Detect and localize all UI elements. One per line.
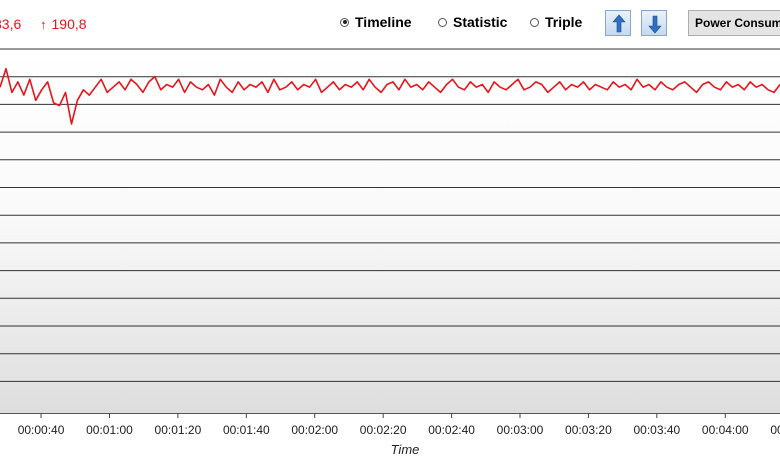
x-tick-label: 00:04:20	[770, 423, 780, 437]
radio-statistic-dot[interactable]	[438, 17, 447, 27]
arrow-up-icon	[612, 14, 626, 33]
line-chart	[0, 48, 780, 382]
x-tick-label: 00:03:00	[497, 423, 544, 437]
arrow-down-icon	[648, 15, 662, 34]
x-tick-label: 00:01:20	[155, 423, 202, 437]
max-arrow-icon: ↑	[40, 17, 47, 32]
radio-triple-dot[interactable]	[530, 17, 539, 27]
x-axis-label: Time	[391, 442, 420, 457]
radio-timeline-label: Timeline	[355, 14, 412, 30]
radio-statistic[interactable]: Statistic	[438, 14, 507, 30]
radio-timeline[interactable]: Timeline	[340, 14, 412, 30]
chart-gridlines	[0, 48, 780, 382]
radio-timeline-dot[interactable]	[340, 17, 349, 27]
radio-triple-label: Triple	[545, 14, 583, 30]
x-tick-label: 00:03:20	[565, 423, 612, 437]
radio-triple[interactable]: Triple	[530, 14, 582, 30]
chart-area	[0, 47, 780, 414]
x-tick-label: 00:02:00	[291, 423, 338, 437]
max-value: 190,8	[51, 16, 87, 32]
x-tick-label: 00:02:20	[360, 423, 407, 437]
x-tick-label: 00:03:40	[633, 423, 680, 437]
sort-up-button[interactable]	[605, 10, 631, 36]
toolbar: 83,6 ↑ 190,8 Timeline Statistic Triple Po…	[0, 0, 780, 46]
x-tick-label: 00:02:40	[428, 423, 475, 437]
current-value-readout: 83,6	[0, 16, 22, 32]
sort-down-button[interactable]	[641, 10, 667, 36]
x-tick-label: 00:04:00	[702, 423, 749, 437]
max-value-readout: ↑ 190,8	[40, 16, 87, 32]
x-tick-label: 00:01:00	[86, 423, 133, 437]
x-tick-label: 00:01:40	[223, 423, 270, 437]
x-axis: 00:00:40 00:01:00 00:01:20 00:01:40 00:02:00…	[18, 413, 780, 457]
x-tick-label: 00:00:40	[18, 423, 65, 437]
radio-statistic-label: Statistic	[453, 14, 508, 30]
metric-select-button[interactable]: Power Consum	[688, 10, 780, 36]
